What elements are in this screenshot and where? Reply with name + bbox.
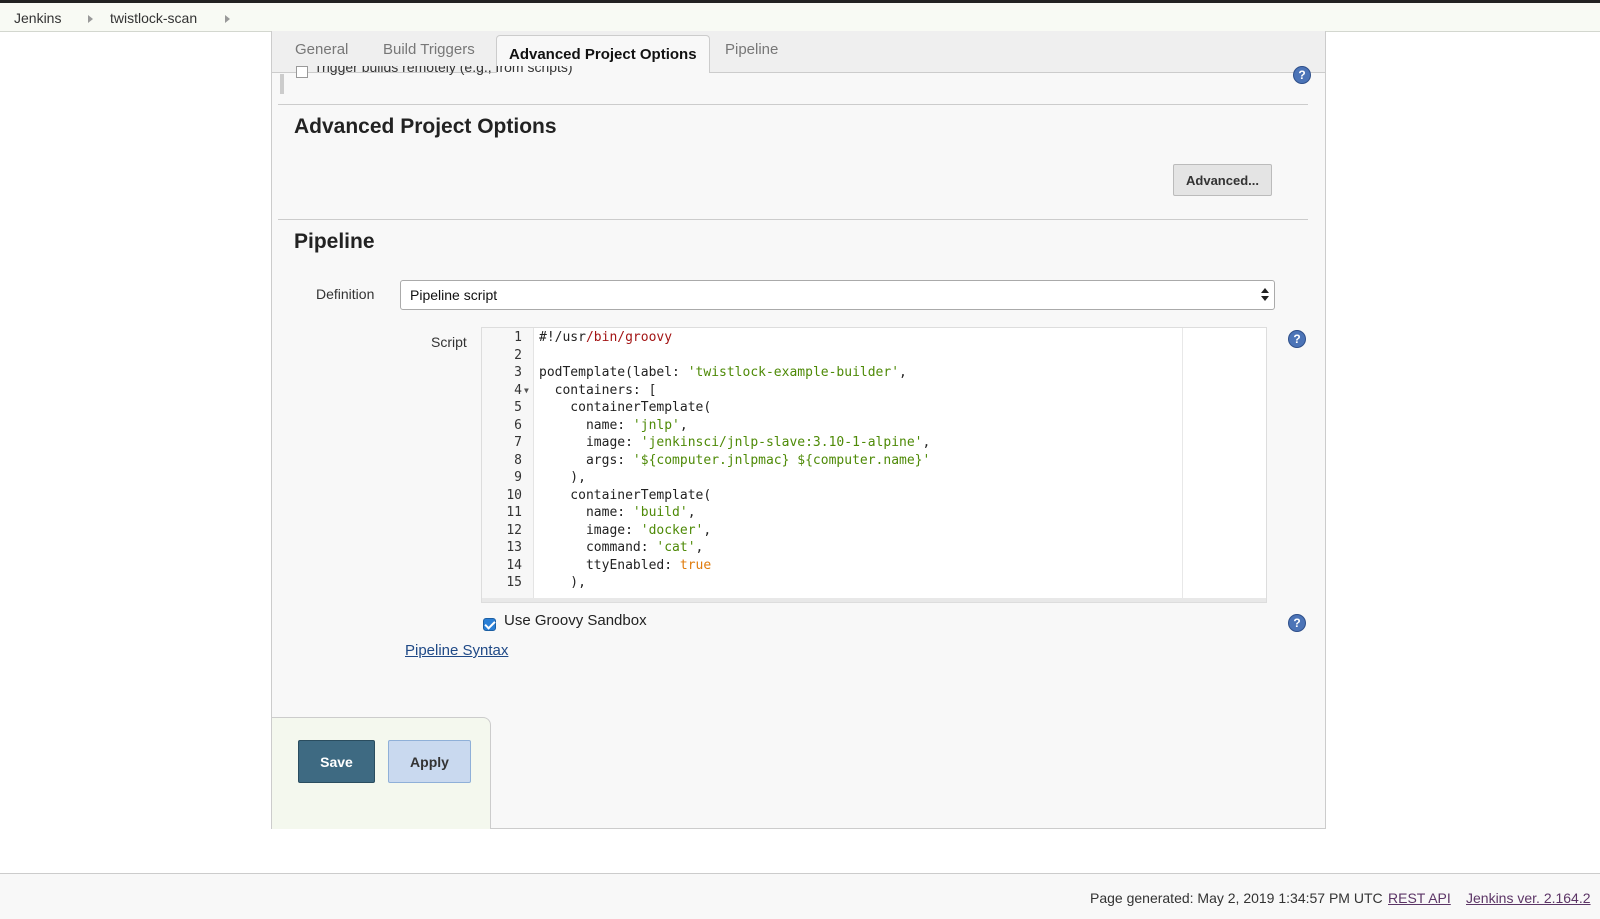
line-number: 1: [514, 330, 522, 345]
jenkins-version-link[interactable]: Jenkins ver. 2.164.2: [1466, 890, 1591, 906]
code-text: image: 'docker',: [539, 522, 712, 538]
code-line[interactable]: 8 args: '${computer.jnlpmac} ${computer.…: [482, 452, 1266, 470]
code-line[interactable]: 3 podTemplate(label: 'twistlock-example-b…: [482, 364, 1266, 382]
line-number: 11: [506, 505, 522, 520]
fold-arrow-icon[interactable]: ▼: [524, 382, 529, 400]
code-line[interactable]: 2: [482, 347, 1266, 365]
code-text: ttyEnabled: true: [539, 557, 712, 573]
trigger-remote-label: Trigger builds remotely (e.g., from scri…: [314, 66, 573, 75]
help-icon[interactable]: ?: [1293, 66, 1311, 84]
breadcrumb-jenkins[interactable]: Jenkins: [14, 10, 61, 26]
tab-general[interactable]: General: [295, 41, 348, 58]
tab-build-triggers[interactable]: Build Triggers: [383, 41, 475, 58]
line-number: 8: [514, 452, 522, 468]
code-line[interactable]: 12 image: 'docker',: [482, 522, 1266, 540]
section-divider: [278, 104, 1308, 105]
code-text: args: '${computer.jnlpmac} ${computer.na…: [539, 452, 931, 468]
line-number: 5: [514, 400, 522, 415]
code-text: name: 'jnlp',: [539, 417, 688, 433]
code-text: containerTemplate(: [539, 400, 712, 415]
advanced-button[interactable]: Advanced...: [1173, 164, 1272, 196]
code-text: podTemplate(label: 'twistlock-example-bu…: [539, 365, 907, 380]
chevron-right-icon: [225, 15, 230, 23]
line-number: 14: [506, 557, 522, 573]
save-button[interactable]: Save: [298, 740, 375, 783]
footer: Page generated: May 2, 2019 1:34:57 PM U…: [0, 873, 1600, 919]
help-icon[interactable]: ?: [1288, 330, 1306, 348]
breadcrumb: Jenkins twistlock-scan: [0, 3, 1600, 32]
tab-pipeline[interactable]: Pipeline: [725, 41, 778, 58]
pipeline-syntax-link[interactable]: Pipeline Syntax: [405, 642, 508, 659]
definition-select[interactable]: Pipeline script: [400, 280, 1275, 310]
code-text: image: 'jenkinsci/jnlp-slave:3.10-1-alpi…: [539, 435, 931, 450]
definition-value: Pipeline script: [410, 287, 498, 303]
code-text: name: 'build',: [539, 505, 696, 520]
config-panel: General Build Triggers Advanced Project …: [271, 31, 1326, 829]
section-divider: [278, 219, 1308, 220]
code-text: containerTemplate(: [539, 487, 712, 503]
code-line[interactable]: 15 ),: [482, 574, 1266, 592]
checkbox-icon[interactable]: [296, 66, 308, 78]
code-line[interactable]: 1 #!/usr/bin/groovy: [482, 329, 1266, 347]
line-number: 10: [506, 487, 522, 503]
breadcrumb-twistlock-scan[interactable]: twistlock-scan: [110, 10, 197, 26]
line-number: 15: [506, 575, 522, 590]
code-text: ),: [539, 470, 586, 485]
trigger-remote-row: Trigger builds remotely (e.g., from scri…: [296, 66, 573, 78]
chevron-right-icon: [88, 15, 93, 23]
code-line[interactable]: 6 name: 'jnlp',: [482, 417, 1266, 435]
code-line[interactable]: 7 image: 'jenkinsci/jnlp-slave:3.10-1-al…: [482, 434, 1266, 452]
select-arrows-icon: [1261, 287, 1269, 303]
script-label: Script: [431, 334, 467, 350]
line-number: 4: [514, 382, 522, 398]
code-line[interactable]: 5 containerTemplate(: [482, 399, 1266, 417]
horizontal-scrollbar[interactable]: [482, 598, 1266, 602]
line-number: 12: [506, 522, 522, 538]
code-line[interactable]: 13 command: 'cat',: [482, 539, 1266, 557]
line-number: 3: [514, 365, 522, 380]
advanced-section-title: Advanced Project Options: [294, 115, 557, 138]
definition-label: Definition: [316, 286, 375, 302]
line-number: 9: [514, 470, 522, 485]
line-number: 6: [514, 417, 522, 433]
pipeline-section-title: Pipeline: [294, 230, 375, 253]
apply-button[interactable]: Apply: [388, 740, 471, 783]
code-line[interactable]: 9 ),: [482, 469, 1266, 487]
rest-api-link[interactable]: REST API: [1388, 890, 1451, 906]
code-line[interactable]: 10 containerTemplate(: [482, 487, 1266, 505]
script-editor[interactable]: 1 #!/usr/bin/groovy 2 3 podTemplate(label: '…: [481, 327, 1267, 603]
line-number: 2: [514, 347, 522, 363]
page-generated-text: Page generated: May 2, 2019 1:34:57 PM U…: [1090, 890, 1383, 906]
groovy-sandbox-label: Use Groovy Sandbox: [504, 612, 647, 629]
code-text: #!/usr/bin/groovy: [539, 330, 673, 345]
groovy-sandbox-checkbox[interactable]: [483, 618, 496, 631]
code-line[interactable]: 14 ttyEnabled: true: [482, 557, 1266, 575]
line-number: 7: [514, 435, 522, 450]
line-number: 13: [506, 540, 522, 555]
form-buttons-panel: Save Apply: [272, 717, 491, 829]
code-text: ),: [539, 575, 586, 590]
code-line[interactable]: 11 name: 'build',: [482, 504, 1266, 522]
code-line[interactable]: 4 ▼ containers: [: [482, 382, 1266, 400]
code-text: command: 'cat',: [539, 540, 704, 555]
code-text: containers: [: [539, 382, 657, 398]
help-icon[interactable]: ?: [1288, 614, 1306, 632]
section-accent-bar: [280, 74, 284, 94]
